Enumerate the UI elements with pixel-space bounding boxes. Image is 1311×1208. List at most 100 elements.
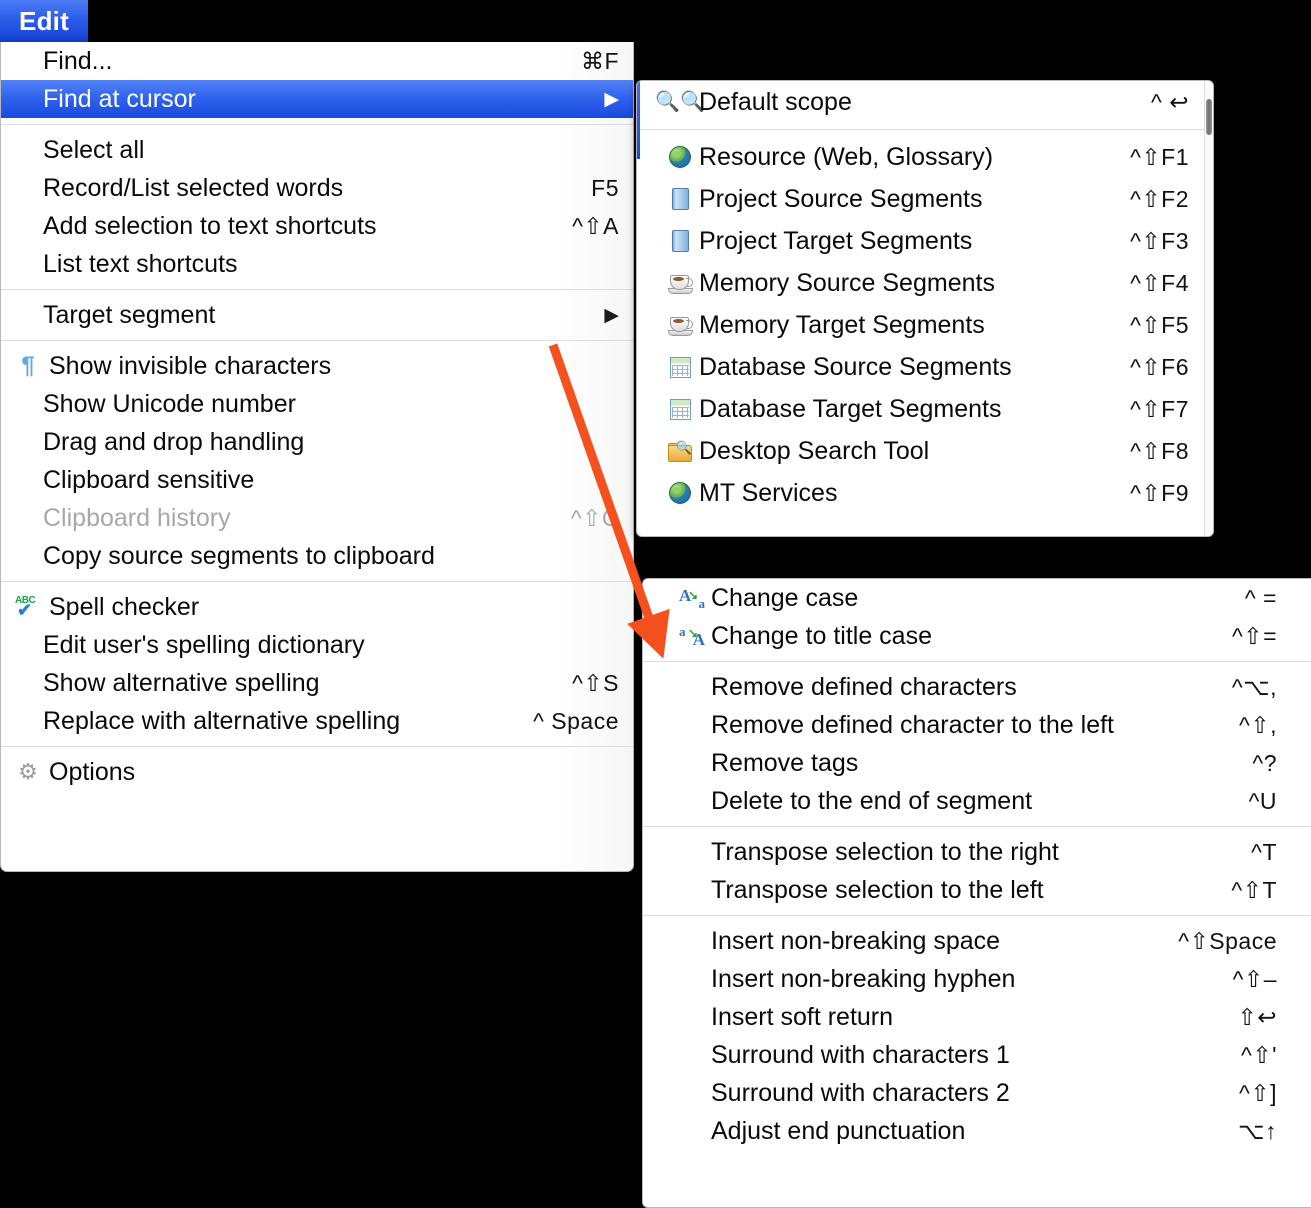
menu-item-shortcut: ^⇧F2 — [1130, 185, 1189, 212]
menu-item-shortcut: ^ ↩ — [1151, 88, 1189, 115]
menu-item-memory-source-segments[interactable]: Memory Source Segments ^⇧F4 — [637, 262, 1213, 304]
menu-item-shortcut: ^ = — [1244, 584, 1277, 611]
icon-spacer — [677, 674, 707, 700]
menu-item-clipboard-sensitive[interactable]: Clipboard sensitive — [1, 461, 633, 499]
menu-item-find[interactable]: Find... ⌘F — [1, 42, 633, 80]
menu-item-options[interactable]: ⚙ Options — [1, 753, 633, 791]
menu-item-spell-checker[interactable]: ABC ✔ Spell checker — [1, 588, 633, 626]
menu-item-copy-source-segments-to-clipboard[interactable]: Copy source segments to clipboard — [1, 537, 633, 575]
menu-item-label: Surround with characters 1 — [711, 1040, 1010, 1069]
menu-item-insert-non-breaking-hyphen[interactable]: Insert non-breaking hyphen ^⇧– — [643, 960, 1311, 998]
menu-item-remove-tags[interactable]: Remove tags ^? — [643, 744, 1311, 782]
menu-item-shortcut: ^⇧] — [1239, 1079, 1277, 1106]
menu-item-database-source-segments[interactable]: Database Source Segments ^⇧F6 — [637, 346, 1213, 388]
menu-item-transpose-selection-to-the-right[interactable]: Transpose selection to the right ^T — [643, 833, 1311, 871]
menu-item-drag-and-drop-handling[interactable]: Drag and drop handling — [1, 423, 633, 461]
menu-item-transpose-selection-to-the-left[interactable]: Transpose selection to the left ^⇧T — [643, 871, 1311, 909]
menu-item-shortcut: ^⇧F1 — [1130, 143, 1189, 170]
menu-item-label: Replace with alternative spelling — [43, 706, 401, 735]
menu-item-shortcut: ^⇧F4 — [1130, 269, 1189, 296]
menubar-title-label: Edit — [19, 5, 69, 36]
menu-item-target-segment[interactable]: Target segment ▶ — [1, 296, 633, 334]
menu-item-label: Remove tags — [711, 748, 859, 777]
menu-item-label: Clipboard history — [43, 503, 231, 532]
menu-item-shortcut: ^⇧S — [572, 669, 619, 696]
icon-spacer — [677, 877, 707, 903]
book-icon — [665, 228, 695, 254]
menu-separator — [643, 826, 1311, 827]
menu-item-shortcut: ^⇧Space — [1178, 927, 1277, 954]
menu-item-label: Show invisible characters — [49, 351, 332, 380]
menu-item-label: Find at cursor — [43, 84, 196, 113]
menu-item-resource-web-glossary[interactable]: Resource (Web, Glossary) ^⇧F1 — [637, 136, 1213, 178]
target-segment-submenu-panel: A ↘ a Change case ^ = a ↘ A Change to title case… — [642, 578, 1311, 1208]
menu-item-label: Transpose selection to the right — [711, 837, 1059, 866]
menu-item-insert-soft-return[interactable]: Insert soft return ⇧↩ — [643, 998, 1311, 1036]
menu-separator — [643, 915, 1311, 916]
menu-separator — [1, 581, 633, 582]
menu-separator — [1, 746, 633, 747]
menu-item-surround-with-characters-1[interactable]: Surround with characters 1 ^⇧' — [643, 1036, 1311, 1074]
menu-item-label: Insert non-breaking hyphen — [711, 964, 1016, 993]
menu-item-label: Record/List selected words — [43, 173, 344, 202]
menu-item-select-all[interactable]: Select all — [1, 131, 633, 169]
menu-item-project-source-segments[interactable]: Project Source Segments ^⇧F2 — [637, 178, 1213, 220]
menu-item-list-text-shortcuts[interactable]: List text shortcuts — [1, 245, 633, 283]
menu-item-desktop-search-tool[interactable]: 🔍 Desktop Search Tool ^⇧F8 — [637, 430, 1213, 472]
menu-item-remove-defined-character-to-the-left[interactable]: Remove defined character to the left ^⇧, — [643, 706, 1311, 744]
menu-item-show-alternative-spelling[interactable]: Show alternative spelling ^⇧S — [1, 664, 633, 702]
menu-item-edit-user-s-spelling-dictionary[interactable]: Edit user's spelling dictionary — [1, 626, 633, 664]
menu-separator — [1, 340, 633, 341]
menu-item-shortcut: ⇧↩ — [1237, 1003, 1277, 1030]
menu-item-record-list-selected-words[interactable]: Record/List selected words F5 — [1, 169, 633, 207]
menubar-title-edit[interactable]: Edit — [0, 0, 88, 42]
submenu-triangle-icon: ▶ — [604, 304, 619, 326]
menu-item-label: Change case — [711, 583, 859, 612]
menu-item-insert-non-breaking-space[interactable]: Insert non-breaking space ^⇧Space — [643, 922, 1311, 960]
menu-item-shortcut: ^⇧– — [1232, 965, 1277, 992]
menu-item-label: Change to title case — [711, 621, 932, 650]
icon-spacer — [677, 1080, 707, 1106]
icon-spacer — [677, 1004, 707, 1030]
menu-item-label: List text shortcuts — [43, 249, 238, 278]
menu-item-database-target-segments[interactable]: Database Target Segments ^⇧F7 — [637, 388, 1213, 430]
menu-item-shortcut: ^⇧T — [1231, 876, 1277, 903]
menu-item-change-to-title-case[interactable]: a ↘ A Change to title case ^⇧= — [643, 617, 1311, 655]
menu-item-label: Spell checker — [49, 592, 200, 621]
submenu-triangle-icon: ▶ — [604, 88, 619, 110]
menu-item-shortcut: ⌘F — [580, 47, 619, 74]
menu-item-label: Target segment — [43, 300, 216, 329]
menu-item-clipboard-history: Clipboard history ^⇧C — [1, 499, 633, 537]
menu-item-label: Project Source Segments — [699, 184, 983, 213]
menu-item-add-selection-to-text-shortcuts[interactable]: Add selection to text shortcuts ^⇧A — [1, 207, 633, 245]
menu-item-label: Select all — [43, 135, 145, 164]
menu-item-label: Memory Target Segments — [699, 310, 985, 339]
menu-item-label: Transpose selection to the left — [711, 875, 1044, 904]
menu-item-shortcut: ^⇧F3 — [1130, 227, 1189, 254]
menu-item-default-scope[interactable]: 🔍🔍 Default scope ^ ↩ — [637, 81, 1213, 123]
menu-item-label: MT Services — [699, 478, 838, 507]
menu-item-show-invisible-characters[interactable]: ¶ Show invisible characters — [1, 347, 633, 385]
coffee-cup-icon — [665, 312, 695, 338]
menu-item-delete-to-the-end-of-segment[interactable]: Delete to the end of segment ^U — [643, 782, 1311, 820]
menu-item-shortcut: ^⇧C — [570, 504, 619, 531]
menu-item-replace-with-alternative-spelling[interactable]: Replace with alternative spelling ^ Space — [1, 702, 633, 740]
find-at-cursor-submenu-panel: 🔍🔍 Default scope ^ ↩ Resource (Web, Glossar… — [636, 80, 1214, 537]
menu-item-mt-services[interactable]: MT Services ^⇧F9 — [637, 472, 1213, 514]
menu-item-project-target-segments[interactable]: Project Target Segments ^⇧F3 — [637, 220, 1213, 262]
menu-separator — [643, 661, 1311, 662]
menu-item-change-case[interactable]: A ↘ a Change case ^ = — [643, 579, 1311, 617]
menu-separator — [1, 124, 633, 125]
menu-item-shortcut: ⌥↑ — [1237, 1117, 1277, 1144]
menu-item-remove-defined-characters[interactable]: Remove defined characters ^⌥, — [643, 668, 1311, 706]
menu-item-shortcut: ^⇧F6 — [1130, 353, 1189, 380]
menu-item-find-at-cursor[interactable]: Find at cursor ▶ — [1, 80, 633, 118]
menu-item-show-unicode-number[interactable]: Show Unicode number — [1, 385, 633, 423]
menu-item-shortcut: ^U — [1248, 787, 1277, 814]
icon-spacer — [677, 928, 707, 954]
menu-item-shortcut: ^⇧A — [572, 212, 619, 239]
menu-item-adjust-end-punctuation[interactable]: Adjust end punctuation ⌥↑ — [643, 1112, 1311, 1150]
menu-item-memory-target-segments[interactable]: Memory Target Segments ^⇧F5 — [637, 304, 1213, 346]
menu-item-surround-with-characters-2[interactable]: Surround with characters 2 ^⇧] — [643, 1074, 1311, 1112]
menu-separator — [637, 129, 1213, 130]
